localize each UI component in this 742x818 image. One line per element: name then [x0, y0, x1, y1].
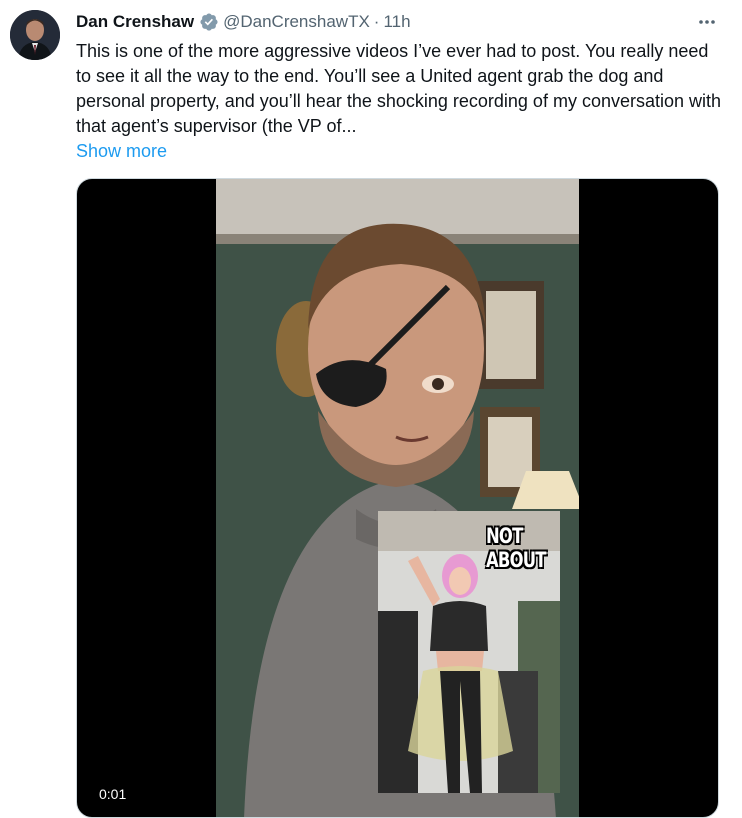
show-more-link[interactable]: Show more	[76, 140, 167, 162]
author-avatar[interactable]	[10, 10, 60, 60]
video-overlay-caption: NOT ABOUT	[486, 524, 546, 572]
separator-dot: ·	[373, 12, 380, 31]
author-display-name[interactable]: Dan Crenshaw	[76, 11, 194, 33]
video-player[interactable]: NOT ABOUT 0:01	[76, 178, 719, 818]
tweet-header: Dan Crenshaw @DanCrenshawTX · 11h	[76, 11, 411, 33]
tweet-timestamp[interactable]: 11h	[383, 11, 410, 33]
verified-badge-icon	[199, 12, 219, 32]
more-options-icon[interactable]	[694, 9, 720, 35]
video-frame[interactable]: NOT ABOUT	[216, 179, 579, 817]
tweet-text: This is one of the more aggressive video…	[76, 41, 722, 136]
video-time-label: 0:01	[93, 785, 133, 803]
avatar-image	[10, 10, 60, 60]
author-handle[interactable]: @DanCrenshawTX	[223, 11, 370, 33]
